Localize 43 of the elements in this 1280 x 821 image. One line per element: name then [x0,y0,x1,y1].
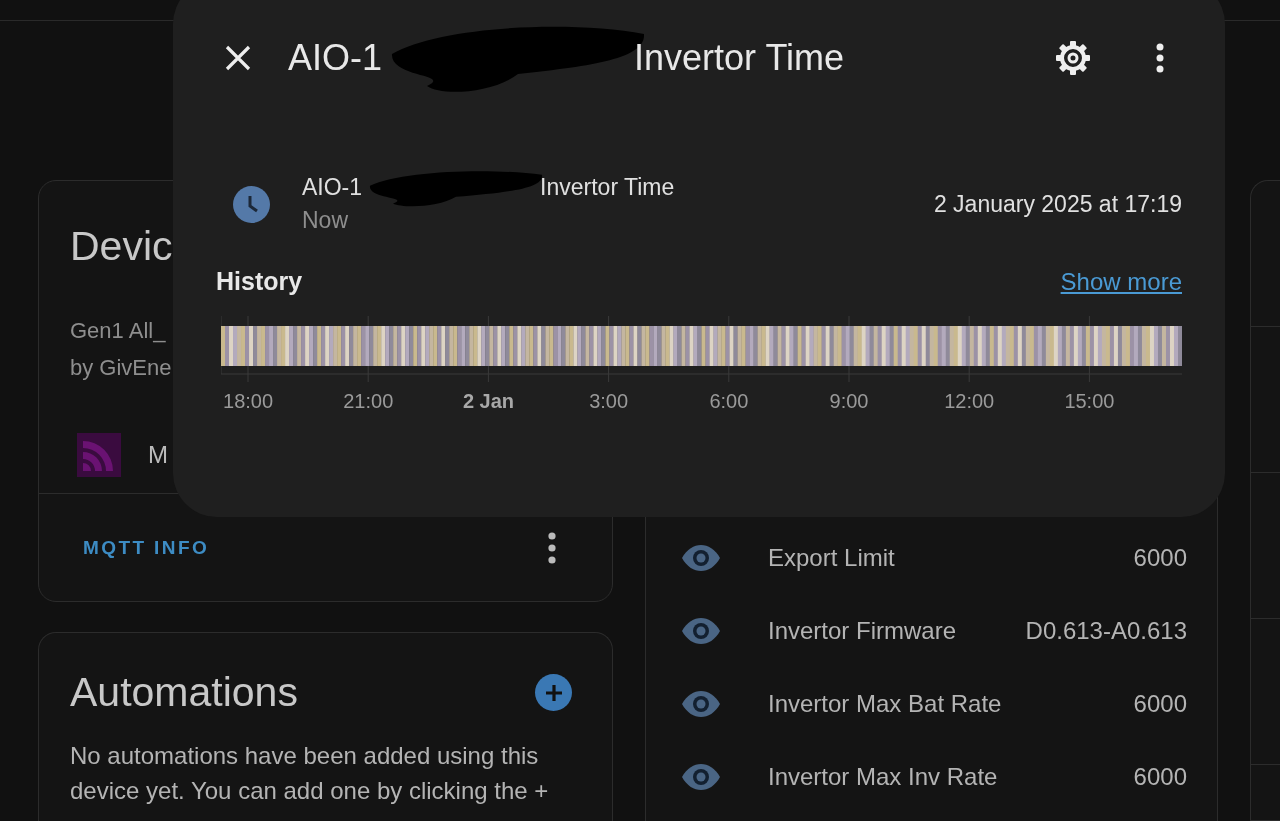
eye-icon[interactable] [681,690,721,717]
axis-label: 18:00 [222,390,275,413]
entity-last-changed: Now [302,206,349,234]
sensor-value: 6000 [1133,762,1187,791]
axis-label: 3:00 [588,390,630,413]
sensor-value: 6000 [1133,689,1187,718]
empty-state-text: No automations have been added using this device yet. You can add one by clicking the + [70,741,550,806]
sensor-name: Export Limit [768,543,896,572]
section-title: History [216,267,303,296]
show-more-link[interactable]: Show more [1060,267,1182,296]
axis-label: 6:00 [708,390,750,413]
integration-logo-icon [77,433,121,477]
entity-name: Invertor Time [540,174,675,201]
mqtt-info-button[interactable]: MQTT INFO [83,530,210,565]
add-automation-button[interactable] [535,674,572,711]
close-icon [225,45,251,71]
more-options-icon[interactable] [548,531,556,564]
axis-label: 2 Jan [461,390,516,413]
entity-name: AIO-1 [302,174,363,201]
device-model-text: Gen1 All_ [70,317,167,345]
card-title: Automations [70,669,298,716]
sensor-value: 6000 [1133,543,1187,572]
sensor-name: Invertor Max Bat Rate [768,689,1003,718]
settings-icon [1055,40,1091,76]
axis-label: 21:00 [342,390,395,413]
dialog-title: Invertor Time [634,37,845,79]
eye-icon[interactable] [681,544,721,571]
card-title: Devic [70,223,174,270]
dialog-title: AIO-1 [288,37,383,79]
sensor-value: D0.613-A0.613 [1025,616,1187,645]
axis-label: 9:00 [828,390,870,413]
axis-label: 15:00 [1063,390,1116,413]
integration-name: M [148,441,168,469]
plus-icon [543,682,564,703]
device-model-text: by GivEne [70,354,173,382]
eye-icon[interactable] [681,763,721,790]
axis-label: 12:00 [943,390,996,413]
sensor-name: Invertor Max Inv Rate [768,762,999,791]
sensor-name: Invertor Firmware [768,616,958,645]
eye-icon[interactable] [681,617,721,644]
clock-icon [233,185,270,223]
more-options-icon [1156,43,1164,73]
entity-state: 2 January 2025 at 17:19 [933,190,1182,218]
